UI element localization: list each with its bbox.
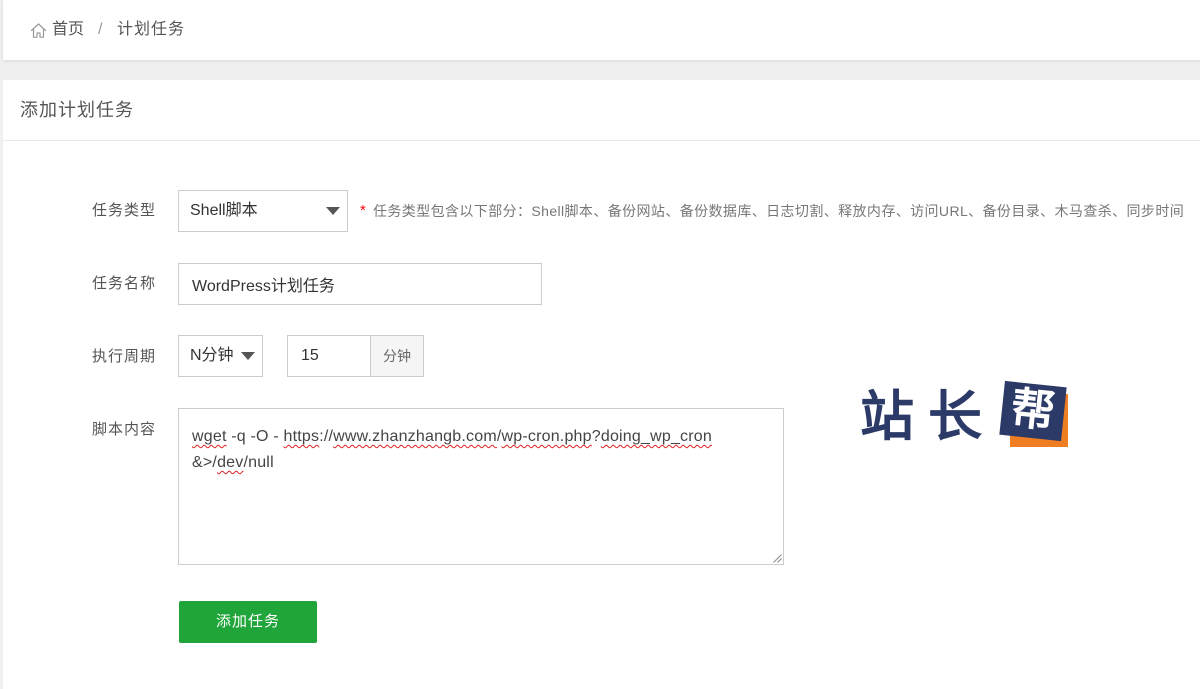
panel-title: 添加计划任务: [20, 100, 134, 120]
schedule-label: 执行周期: [91, 348, 156, 365]
task-type-selected-value: Shell脚本: [190, 202, 258, 219]
script-content-label: 脚本内容: [91, 421, 156, 438]
panel-header: 添加计划任务: [3, 80, 1200, 141]
watermark-badge-text: 帮: [1008, 383, 1058, 438]
interval-unit-addon: 分钟: [370, 335, 424, 377]
task-type-select[interactable]: Shell脚本: [178, 190, 348, 232]
task-type-label: 任务类型: [91, 202, 156, 219]
script-text-segment: wget: [192, 428, 227, 445]
watermark-logo: 站长 帮: [858, 380, 1074, 452]
script-text-segment: doing_wp_cron: [600, 428, 712, 445]
resize-handle-icon[interactable]: [772, 553, 782, 563]
breadcrumb-separator: /: [98, 21, 103, 38]
script-content-textarea[interactable]: wget -q -O - https://www.zhanzhangb.com /…: [178, 408, 784, 565]
breadcrumb-current: 计划任务: [117, 21, 186, 38]
home-icon[interactable]: [30, 22, 47, 39]
interval-minutes-input[interactable]: [287, 335, 371, 377]
breadcrumb: 首页 / 计划任务: [3, 0, 1200, 60]
caret-down-icon: [326, 207, 340, 215]
script-text-segment: wp-cron.php: [501, 428, 592, 445]
script-text-segment: -q -O -: [226, 428, 284, 445]
watermark-badge: 帮: [999, 380, 1072, 450]
script-content-field: wget -q -O - https://www.zhanzhangb.com /…: [178, 408, 784, 565]
script-text-segment: dev: [217, 454, 244, 471]
schedule-period-selected-value: N分钟: [190, 347, 234, 364]
script-text-segment: www.zhanzhangb.com: [333, 428, 497, 445]
task-name-label: 任务名称: [91, 275, 156, 292]
script-text-segment: ?: [591, 428, 601, 445]
task-name-input[interactable]: [178, 263, 542, 305]
breadcrumb-home-label: 首页: [52, 21, 85, 38]
required-mark: *: [360, 202, 366, 219]
schedule-period-select[interactable]: N分钟: [178, 335, 263, 377]
page: 首页 / 计划任务 添加计划任务 任务类型 Shell脚本 * 任务类型包含以下…: [0, 0, 1200, 689]
task-type-hint: 任务类型包含以下部分：Shell脚本、备份网站、备份数据库、日志切割、释放内存、…: [373, 203, 1185, 219]
caret-down-icon: [241, 352, 255, 360]
script-text-segment: ://: [319, 428, 334, 445]
add-task-button[interactable]: 添加任务: [179, 601, 317, 643]
watermark-text: 站长: [860, 387, 996, 447]
script-text-segment: /null: [243, 454, 274, 471]
watermark-badge-front: 帮: [999, 380, 1067, 442]
script-text-segment: https: [283, 428, 320, 445]
